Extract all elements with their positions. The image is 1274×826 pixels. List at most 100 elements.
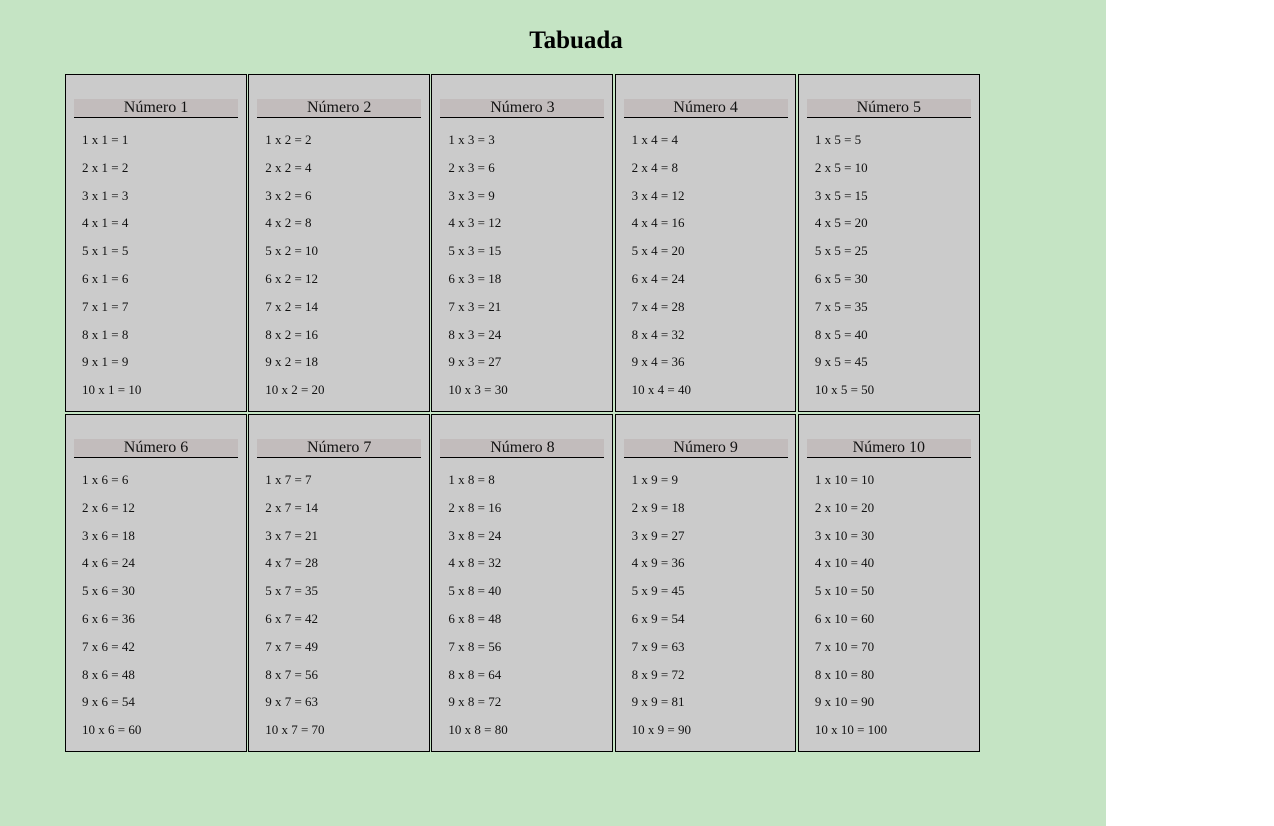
table-row: Número 1 1 x 1 = 1 2 x 1 = 2 3 x 1 = 3 4 x 1… (65, 74, 981, 412)
list-item: 6 x 10 = 60 (814, 610, 875, 626)
list-item: 6 x 9 = 54 (631, 610, 685, 626)
times-table-card: Número 3 1 x 3 = 3 2 x 3 = 6 3 x 3 = 9 4 x 3… (431, 74, 614, 412)
list-item: 5 x 7 = 35 (265, 583, 319, 599)
times-table-list: 1 x 2 = 2 2 x 2 = 4 3 x 2 = 6 4 x 2 = 8 5 x … (265, 130, 324, 408)
times-table-title: Número 7 (257, 439, 422, 458)
times-table-title: Número 9 (623, 439, 788, 458)
times-table-title: Número 6 (74, 439, 238, 458)
list-item: 4 x 10 = 40 (814, 555, 875, 571)
list-item: 5 x 6 = 30 (82, 583, 135, 599)
list-item: 7 x 4 = 28 (631, 298, 685, 314)
list-item: 2 x 1 = 2 (82, 159, 129, 175)
list-item: 2 x 4 = 8 (631, 159, 678, 175)
list-item: 7 x 1 = 7 (82, 298, 129, 314)
list-item: 7 x 3 = 21 (448, 298, 502, 314)
list-item: 9 x 1 = 9 (82, 354, 129, 370)
times-table-title: Número 10 (806, 439, 971, 458)
list-item: 7 x 6 = 42 (82, 638, 135, 654)
list-item: 7 x 2 = 14 (265, 298, 319, 314)
list-item: 1 x 5 = 5 (814, 132, 862, 147)
list-item: 8 x 10 = 80 (814, 666, 875, 682)
list-item: 3 x 6 = 18 (82, 527, 135, 543)
list-item: 7 x 9 = 63 (631, 638, 685, 654)
list-item: 1 x 4 = 4 (631, 132, 678, 147)
list-item: 4 x 7 = 28 (265, 555, 319, 571)
list-item: 5 x 2 = 10 (265, 243, 319, 259)
list-item: 2 x 5 = 10 (814, 159, 868, 175)
times-table-list: 1 x 1 = 1 2 x 1 = 2 3 x 1 = 3 4 x 1 = 4 5 x … (82, 130, 141, 408)
list-item: 10 x 8 = 80 (448, 722, 508, 738)
list-item: 2 x 2 = 4 (265, 159, 312, 175)
list-item: 7 x 5 = 35 (814, 298, 868, 314)
times-table-card: Número 9 1 x 9 = 9 2 x 9 = 18 3 x 9 = 27 4 x… (614, 414, 797, 752)
times-table-list: 1 x 5 = 5 2 x 5 = 10 3 x 5 = 15 4 x 5 = 20 5… (815, 130, 874, 408)
list-item: 1 x 2 = 2 (265, 132, 312, 147)
page-title: Tabuada (529, 27, 623, 54)
times-table-card: Número 8 1 x 8 = 8 2 x 8 = 16 3 x 8 = 24 4 x… (431, 414, 614, 752)
list-item: 2 x 8 = 16 (448, 499, 502, 515)
list-item: 5 x 4 = 20 (631, 243, 685, 259)
list-item: 8 x 4 = 32 (631, 326, 685, 342)
list-item: 10 x 4 = 40 (631, 382, 691, 398)
list-item: 4 x 5 = 20 (814, 215, 868, 231)
list-item: 8 x 1 = 8 (82, 326, 129, 342)
times-table-card: Número 7 1 x 7 = 7 2 x 7 = 14 3 x 7 = 21 4 x… (248, 414, 430, 752)
list-item: 5 x 10 = 50 (814, 583, 875, 599)
times-table-list: 1 x 6 = 6 2 x 6 = 12 3 x 6 = 18 4 x 6 = 24 5… (82, 470, 141, 748)
times-table-title: Número 1 (74, 99, 238, 118)
times-table-list: 1 x 4 = 4 2 x 4 = 8 3 x 4 = 12 4 x 4 = 16 5 … (632, 130, 691, 408)
list-item: 3 x 2 = 6 (265, 187, 312, 203)
times-table-title: Número 8 (440, 439, 605, 458)
list-item: 1 x 10 = 10 (814, 472, 875, 487)
list-item: 10 x 3 = 30 (448, 382, 508, 398)
list-item: 9 x 10 = 90 (814, 694, 875, 710)
list-item: 10 x 9 = 90 (631, 722, 691, 738)
list-item: 4 x 2 = 8 (265, 215, 312, 231)
list-item: 4 x 4 = 16 (631, 215, 685, 231)
list-item: 8 x 6 = 48 (82, 666, 135, 682)
list-item: 6 x 4 = 24 (631, 270, 685, 286)
list-item: 8 x 3 = 24 (448, 326, 502, 342)
list-item: 6 x 7 = 42 (265, 610, 319, 626)
list-item: 8 x 8 = 64 (448, 666, 502, 682)
list-item: 2 x 7 = 14 (265, 499, 319, 515)
list-item: 9 x 7 = 63 (265, 694, 319, 710)
times-table-card: Número 4 1 x 4 = 4 2 x 4 = 8 3 x 4 = 12 4 x … (614, 74, 797, 412)
list-item: 1 x 7 = 7 (265, 472, 312, 487)
multiplication-grid: Número 1 1 x 1 = 1 2 x 1 = 2 3 x 1 = 3 4 x 1… (65, 74, 981, 754)
list-item: 10 x 7 = 70 (265, 722, 325, 738)
times-table-title: Número 3 (440, 99, 605, 118)
times-table-list: 1 x 10 = 10 2 x 10 = 20 3 x 10 = 30 4 x 10 … (815, 470, 887, 748)
times-table-card: Número 5 1 x 5 = 5 2 x 5 = 10 3 x 5 = 15 4 x… (797, 74, 980, 412)
list-item: 8 x 2 = 16 (265, 326, 319, 342)
list-item: 2 x 3 = 6 (448, 159, 495, 175)
list-item: 6 x 3 = 18 (448, 270, 502, 286)
list-item: 4 x 3 = 12 (448, 215, 502, 231)
list-item: 3 x 8 = 24 (448, 527, 502, 543)
times-table-card: Número 2 1 x 2 = 2 2 x 2 = 4 3 x 2 = 6 4 x 2… (248, 74, 430, 412)
list-item: 5 x 1 = 5 (82, 243, 129, 259)
list-item: 10 x 6 = 60 (82, 722, 142, 738)
table-row: Número 6 1 x 6 = 6 2 x 6 = 12 3 x 6 = 18 4 x… (65, 414, 981, 752)
list-item: 7 x 10 = 70 (814, 638, 875, 654)
times-table-card: Número 1 1 x 1 = 1 2 x 1 = 2 3 x 1 = 3 4 x 1… (65, 74, 247, 412)
list-item: 1 x 8 = 8 (448, 472, 495, 487)
list-item: 7 x 7 = 49 (265, 638, 319, 654)
list-item: 10 x 10 = 100 (814, 722, 888, 738)
list-item: 6 x 8 = 48 (448, 610, 502, 626)
list-item: 8 x 9 = 72 (631, 666, 685, 682)
list-item: 3 x 10 = 30 (814, 527, 875, 543)
list-item: 3 x 7 = 21 (265, 527, 319, 543)
list-item: 7 x 8 = 56 (448, 638, 502, 654)
list-item: 9 x 4 = 36 (631, 354, 685, 370)
list-item: 9 x 5 = 45 (814, 354, 868, 370)
times-table-list: 1 x 7 = 7 2 x 7 = 14 3 x 7 = 21 4 x 7 = 28 5… (265, 470, 324, 748)
times-table-title: Número 4 (623, 99, 788, 118)
list-item: 8 x 5 = 40 (814, 326, 868, 342)
list-item: 1 x 9 = 9 (631, 472, 678, 487)
list-item: 5 x 3 = 15 (448, 243, 502, 259)
list-item: 6 x 2 = 12 (265, 270, 319, 286)
list-item: 10 x 5 = 50 (814, 382, 875, 398)
list-item: 5 x 9 = 45 (631, 583, 685, 599)
list-item: 8 x 7 = 56 (265, 666, 319, 682)
